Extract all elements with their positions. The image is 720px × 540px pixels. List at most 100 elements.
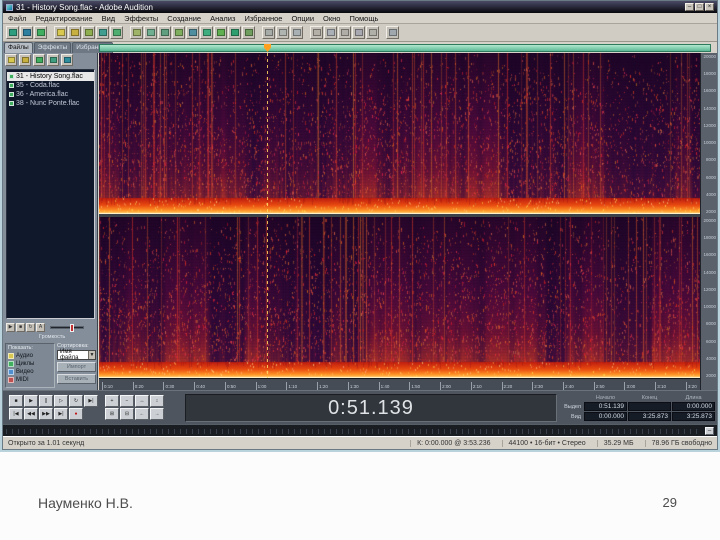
zoom-vertical-button[interactable]: ↕ xyxy=(150,395,164,407)
insert-multitrack-icon[interactable] xyxy=(33,54,45,66)
import-file-icon[interactable] xyxy=(5,54,17,66)
zoom-in-button[interactable]: + xyxy=(105,395,119,407)
go-to-end-button[interactable]: ▶| xyxy=(54,408,68,420)
file-type-filter[interactable]: Видео xyxy=(8,368,52,376)
volume-slider-handle[interactable] xyxy=(69,324,74,332)
menu-item[interactable]: Анализ xyxy=(210,14,235,23)
title-bar[interactable]: 31 - History Song.flac - Adobe Audition … xyxy=(3,1,717,13)
scrub-tool-icon[interactable] xyxy=(366,26,379,39)
cd-project-view-icon[interactable] xyxy=(34,26,47,39)
panel-tab[interactable]: Файлы xyxy=(4,42,33,53)
snap-icon[interactable] xyxy=(262,26,275,39)
save-file-icon[interactable] xyxy=(68,26,81,39)
zoom-out-button[interactable]: − xyxy=(120,395,134,407)
panel-tab[interactable]: Эффекты xyxy=(33,42,72,53)
file-list-item[interactable]: 38 - Nunc Ponte.flac xyxy=(7,99,94,108)
mix-paste-icon[interactable] xyxy=(158,26,171,39)
copy-icon[interactable] xyxy=(110,26,123,39)
file-type-filter[interactable]: Аудио xyxy=(8,352,52,360)
menu-item[interactable]: Редактирование xyxy=(35,14,92,23)
spectrogram-left-channel[interactable] xyxy=(99,53,700,214)
open-file-icon[interactable] xyxy=(54,26,67,39)
file-list-item[interactable]: 36 - America.flac xyxy=(7,90,94,99)
undo-icon[interactable] xyxy=(82,26,95,39)
sort-select[interactable]: Имя файла ▼ xyxy=(57,349,96,361)
file-type-filter[interactable]: MIDI xyxy=(8,376,52,384)
go-to-beginning-button[interactable]: |◀ xyxy=(9,408,23,420)
play-button[interactable]: ▶ xyxy=(24,395,38,407)
zoom-tool-icon[interactable] xyxy=(310,26,323,39)
insert-cd-icon[interactable] xyxy=(47,54,59,66)
menu-item[interactable]: Избранное xyxy=(244,14,282,23)
window-button[interactable]: □ xyxy=(695,3,704,11)
file-type-filter[interactable]: Циклы xyxy=(8,360,52,368)
lasso-selection-icon[interactable] xyxy=(352,26,365,39)
redo-icon[interactable] xyxy=(96,26,109,39)
fast-forward-button[interactable]: ▶▶ xyxy=(39,408,53,420)
menu-item[interactable]: Помощь xyxy=(349,14,378,23)
preview-play-button[interactable]: ▶ xyxy=(6,323,15,332)
rewind-button[interactable]: ◀◀ xyxy=(24,408,38,420)
marquee-selection-icon[interactable] xyxy=(338,26,351,39)
selection-value[interactable]: 0:00.000 xyxy=(672,402,715,411)
zoom-out-full-button[interactable]: ⊟ xyxy=(120,408,134,420)
chevron-down-icon[interactable]: ▼ xyxy=(87,351,95,359)
panel-action-button[interactable]: Вставить xyxy=(57,374,96,384)
menu-item[interactable]: Создание xyxy=(167,14,201,23)
file-name: 38 - Nunc Ponte.flac xyxy=(16,100,80,107)
loop-icon[interactable] xyxy=(242,26,255,39)
lock-icon[interactable] xyxy=(290,26,303,39)
selection-value[interactable] xyxy=(628,402,671,411)
close-file-icon[interactable] xyxy=(19,54,31,66)
stop-button[interactable]: ■ xyxy=(9,395,23,407)
paste-icon[interactable] xyxy=(144,26,157,39)
multitrack-view-icon[interactable] xyxy=(20,26,33,39)
preview-stop-button[interactable]: ■ xyxy=(16,323,25,332)
zoom-left-button[interactable]: ← xyxy=(135,408,149,420)
menu-item[interactable]: Вид xyxy=(102,14,116,23)
overview-scroll-bar[interactable]: – xyxy=(3,424,717,436)
play-from-cursor-button[interactable]: ▷ xyxy=(54,395,68,407)
zoom-in-full-button[interactable]: ⊞ xyxy=(105,408,119,420)
menu-item[interactable]: Файл xyxy=(8,14,26,23)
waveform-view-icon[interactable] xyxy=(6,26,19,39)
selection-value[interactable]: 0:51.139 xyxy=(584,402,627,411)
file-list-item[interactable]: 35 - Coda.flac xyxy=(7,81,94,90)
timeline-ruler[interactable]: 0:10 0:20 0:30 0:40 0:50 1:00 1:10 1:20 1:30 1:40… xyxy=(99,378,700,390)
frequency-ruler[interactable]: 20000 18000 16000 14000 12000 10000 8000 6000 40… xyxy=(700,53,717,390)
selection-value[interactable]: 3:25.873 xyxy=(672,412,715,421)
preview-auto-button[interactable]: A xyxy=(36,323,45,332)
delete-icon[interactable] xyxy=(186,26,199,39)
panel-action-button[interactable]: Импорт xyxy=(57,362,96,372)
spectrogram-right-channel[interactable] xyxy=(99,217,700,378)
convert-type-icon[interactable] xyxy=(200,26,213,39)
preview-loop-button[interactable]: ↻ xyxy=(26,323,35,332)
menu-item[interactable]: Эффекты xyxy=(124,14,158,23)
options-icon[interactable] xyxy=(386,26,399,39)
record-button[interactable]: ● xyxy=(69,408,83,420)
skip-button[interactable]: ▶| xyxy=(84,395,98,407)
crop-icon[interactable] xyxy=(172,26,185,39)
overview-zoom-handle[interactable]: – xyxy=(705,427,714,435)
cut-icon[interactable] xyxy=(130,26,143,39)
options-toggle-icon[interactable] xyxy=(61,54,73,66)
mixer-icon[interactable] xyxy=(228,26,241,39)
file-list-item[interactable]: 31 - History Song.flac xyxy=(7,72,94,81)
time-selection-icon[interactable] xyxy=(324,26,337,39)
menu-item[interactable]: Опции xyxy=(291,14,314,23)
window-button[interactable]: × xyxy=(705,3,714,11)
horizontal-scroll-bar[interactable] xyxy=(99,44,711,52)
play-looped-button[interactable]: ↻ xyxy=(69,395,83,407)
zoom-horizontal-button[interactable]: ↔ xyxy=(135,395,149,407)
zoom-right-button[interactable]: → xyxy=(150,408,164,420)
pause-button[interactable]: || xyxy=(39,395,53,407)
selection-value[interactable]: 3:25.873 xyxy=(628,412,671,421)
group-icon[interactable] xyxy=(276,26,289,39)
effects-rack-icon[interactable] xyxy=(214,26,227,39)
file-list[interactable]: 31 - History Song.flac 35 - Coda.flac 36… xyxy=(6,69,95,319)
preview-volume-slider[interactable] xyxy=(50,324,84,332)
selection-value[interactable]: 0:00.000 xyxy=(584,412,627,421)
time-display[interactable]: 0:51.139 xyxy=(185,394,557,422)
window-button[interactable]: – xyxy=(685,3,694,11)
menu-item[interactable]: Окно xyxy=(323,14,340,23)
